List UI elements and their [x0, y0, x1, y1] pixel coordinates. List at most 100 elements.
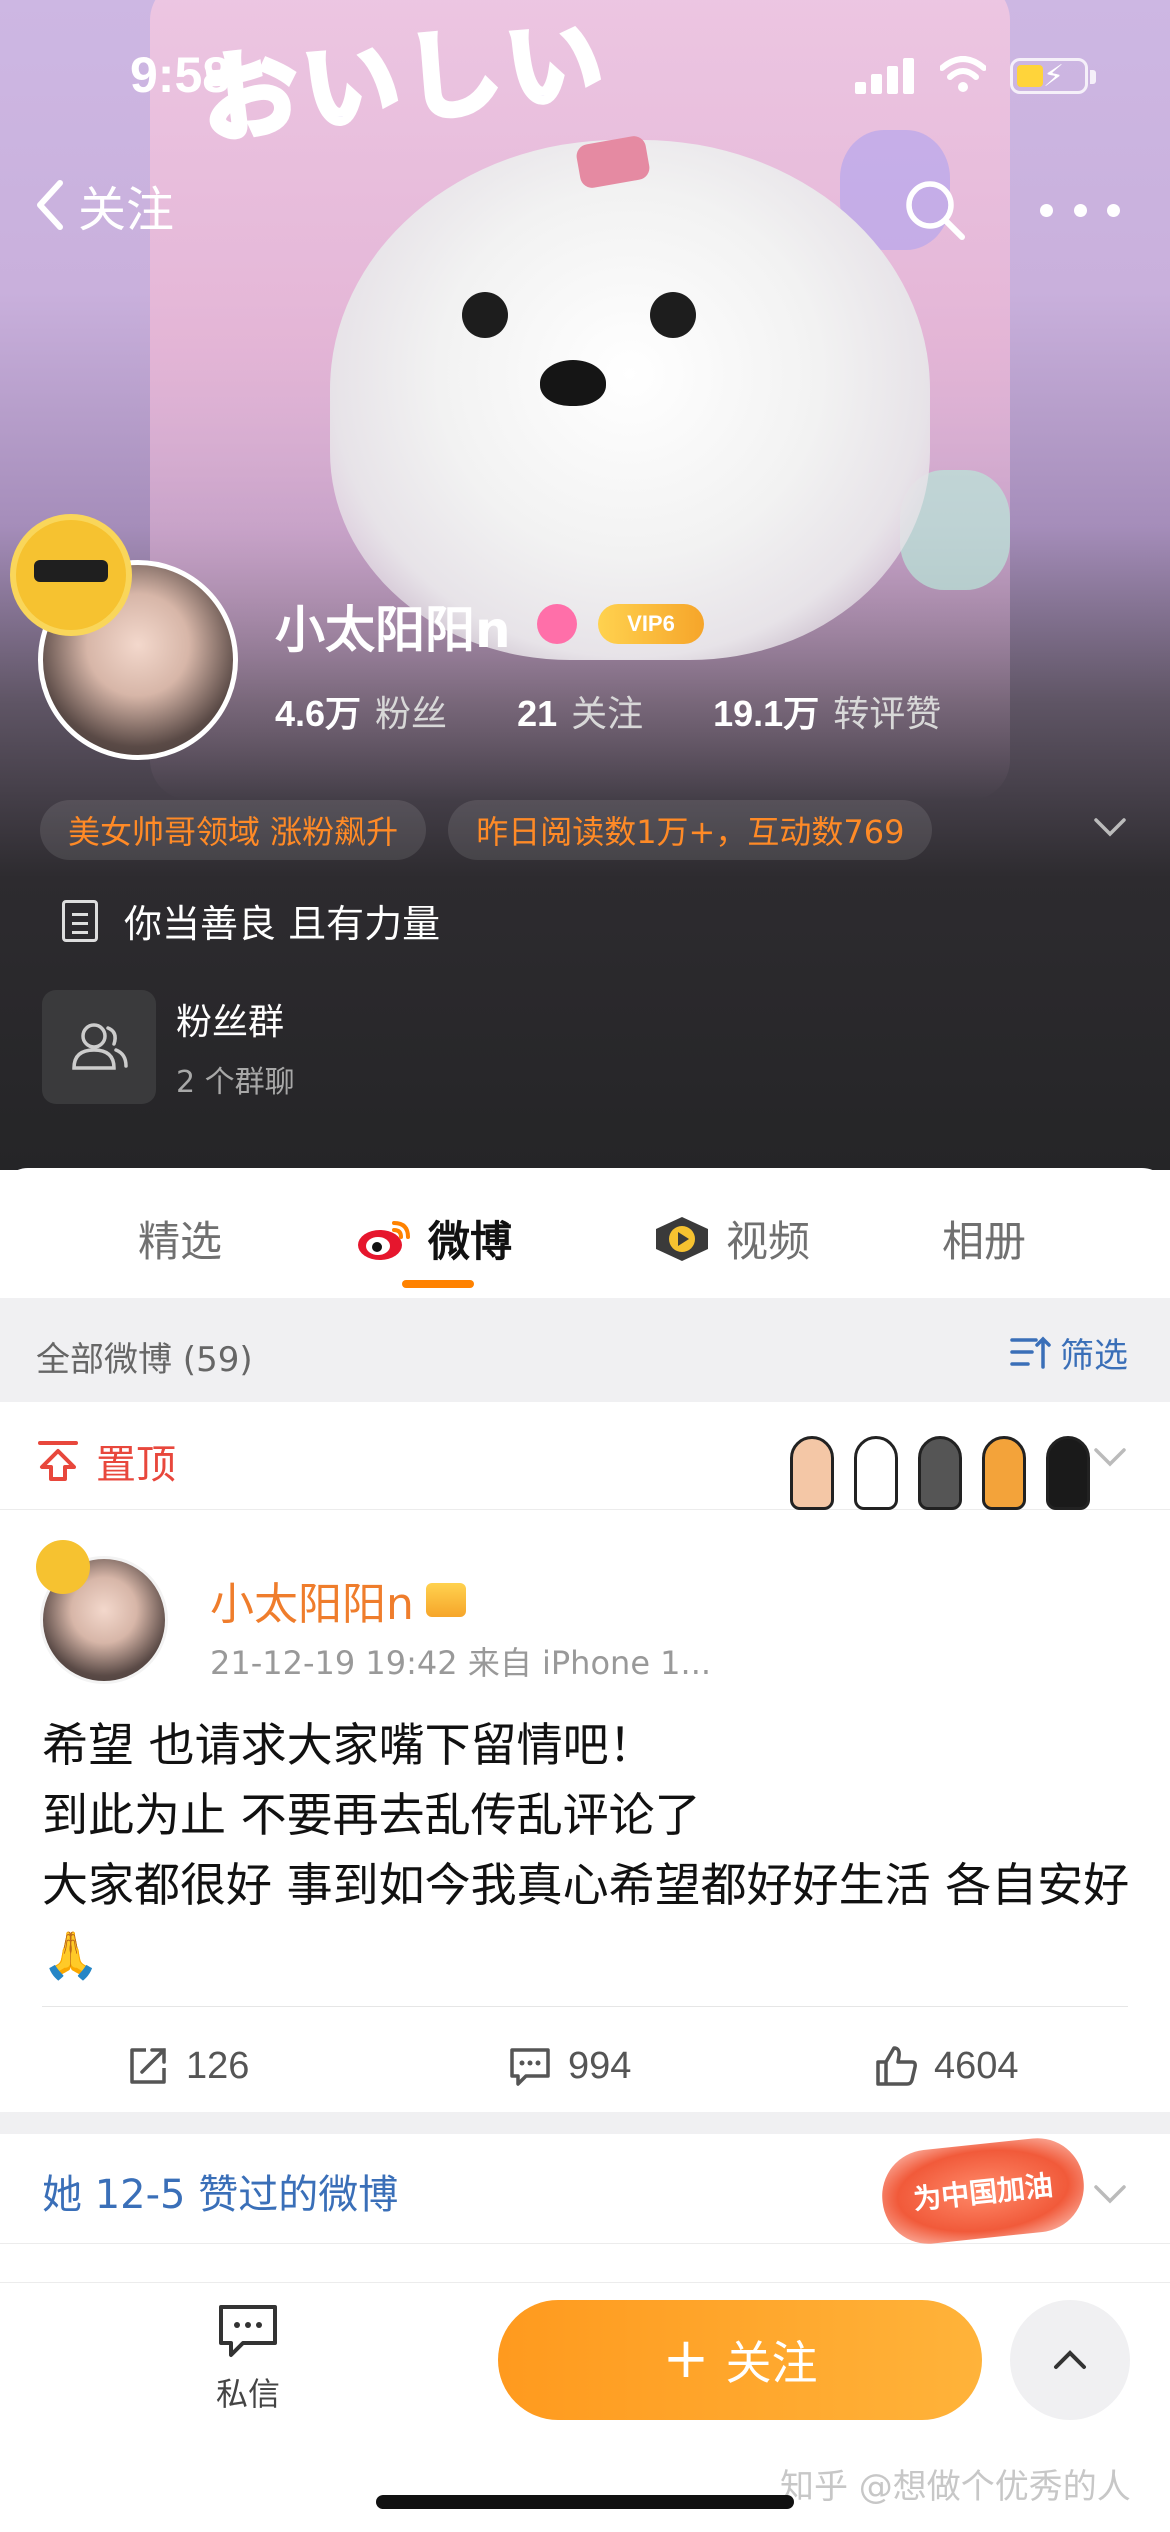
more-options-button[interactable] — [1040, 180, 1120, 240]
bottom-action-bar: 私信 + 关注 知乎 @想做个优秀的人 — [0, 2282, 1170, 2532]
cheer-china-badge: 为中国加油 — [877, 2133, 1089, 2249]
dot — [1073, 203, 1087, 217]
vip-badge[interactable]: VIP6 — [598, 604, 704, 644]
search-icon[interactable] — [900, 175, 970, 245]
tab-label: 相册 — [942, 1217, 1027, 1266]
follow-label: 关注 — [725, 2336, 818, 2390]
tab-album[interactable]: 相册 — [942, 1208, 1026, 1269]
repost-count: 126 — [186, 2044, 250, 2087]
video-icon — [656, 1216, 708, 1261]
dot — [1040, 203, 1053, 217]
status-bar: 9:58 ⚡ — [0, 0, 1170, 150]
profile-tags: 美女帅哥领域 涨粉飙升 昨日阅读数1万+，互动数769 — [40, 800, 954, 860]
profile-stats: 4.6万 粉丝 21 关注 19.1万 转评赞 — [275, 685, 1011, 737]
direct-message-button[interactable]: 私信 — [200, 2303, 296, 2415]
post-body: 希望 也请求大家嘴下留情吧！ 到此为止 不要再去乱传乱评论了 大家都很好 事到如… — [42, 1710, 1132, 1990]
tag-domain[interactable]: 美女帅哥领域 涨粉飙升 — [40, 800, 427, 860]
post-line: 大家都很好 事到如今我真心希望都好好生活 各自安好🙏 — [42, 1858, 1130, 1982]
filter-icon — [1010, 1336, 1051, 1369]
filter-button[interactable]: 筛选 — [1010, 1328, 1128, 1377]
battery-cap — [1090, 70, 1096, 84]
wifi-icon — [940, 56, 986, 92]
dot — [1107, 203, 1120, 217]
back-button[interactable]: 关注 — [30, 170, 174, 240]
post-actions: 126 994 4604 — [0, 2030, 1170, 2110]
post-count: 全部微博 (59) — [36, 1340, 253, 1380]
paw — [1046, 1436, 1090, 1510]
scroll-to-top-button[interactable] — [1010, 2300, 1130, 2420]
weibo-icon — [358, 1220, 410, 1260]
sun-sticker-icon — [36, 1540, 90, 1594]
group-icon — [42, 990, 156, 1104]
weibo-post[interactable]: 小太阳阳n 21-12-19 19:42 来自 iPhone 1... 希望 也… — [0, 1510, 1170, 2110]
comment-icon — [510, 2048, 550, 2086]
status-time: 9:58 — [130, 47, 231, 103]
stat-interactions[interactable]: 19.1万 转评赞 — [713, 685, 941, 737]
stat-value: 19.1万 — [713, 693, 820, 734]
dm-label: 私信 — [215, 2375, 280, 2413]
tab-label: 视频 — [726, 1217, 811, 1266]
stat-value: 4.6万 — [275, 693, 362, 734]
stat-followers[interactable]: 4.6万 粉丝 — [275, 685, 447, 737]
paw — [854, 1436, 898, 1510]
liked-posts-entry[interactable]: 她 12-5 赞过的微博 为中国加油 — [0, 2133, 1170, 2249]
comment-count: 994 — [568, 2044, 632, 2087]
repost-icon — [130, 2048, 166, 2084]
stat-value: 21 — [517, 693, 558, 734]
post-line: 到此为止 不要再去乱传乱评论了 — [42, 1788, 701, 1842]
section-gap — [0, 2112, 1170, 2134]
bio-text: 你当善良 且有力量 — [124, 902, 441, 946]
chevron-left-icon — [37, 180, 63, 230]
like-button[interactable]: 4604 — [874, 2044, 1019, 2088]
thumbs-up-icon — [876, 2046, 917, 2086]
dog-eye — [650, 292, 696, 338]
fans-group-title: 粉丝群 — [176, 1002, 285, 1043]
stat-label: 转评赞 — [833, 694, 942, 735]
chevron-down-icon[interactable] — [1092, 2182, 1128, 2206]
profile-header: おいしい 9:58 ⚡ 关注 小太阳阳n VIP6 4.6万 粉丝 21 关注 … — [0, 0, 1170, 1170]
dog-nose — [540, 360, 606, 406]
profile-avatar[interactable] — [16, 520, 238, 760]
pinned-label: 置顶 — [36, 1432, 176, 1490]
plus-icon: + — [662, 2325, 710, 2391]
stat-label: 粉丝 — [375, 694, 448, 735]
chevron-up-icon — [1054, 2350, 1086, 2369]
post-author-name: 小太阳阳n — [210, 1579, 414, 1630]
repost-button[interactable]: 126 — [126, 2044, 249, 2088]
pinned-text: 置顶 — [96, 1442, 176, 1488]
zhihu-watermark: 知乎 @想做个优秀的人 — [780, 2467, 1131, 2507]
like-count: 4604 — [934, 2044, 1019, 2087]
message-bubble-icon — [219, 2305, 277, 2357]
paw — [982, 1436, 1026, 1510]
verified-badge-icon[interactable] — [537, 604, 577, 644]
tab-video[interactable]: 视频 — [652, 1208, 810, 1269]
dog-eye — [462, 292, 508, 338]
fans-group-entry[interactable]: 粉丝群 2 个群聊 — [42, 990, 295, 1104]
back-label: 关注 — [78, 182, 175, 238]
battery-icon: ⚡ — [1010, 58, 1088, 94]
chevron-down-icon[interactable] — [1092, 1445, 1128, 1469]
home-indicator[interactable] — [376, 2495, 794, 2509]
document-icon — [62, 899, 98, 942]
tag-reads[interactable]: 昨日阅读数1万+，互动数769 — [448, 800, 933, 860]
comment-button[interactable]: 994 — [508, 2044, 631, 2088]
pinned-header[interactable]: 置顶 — [0, 1402, 1170, 1510]
paw — [790, 1436, 834, 1510]
tab-weibo[interactable]: 微博 — [356, 1208, 512, 1269]
stat-label: 关注 — [571, 694, 644, 735]
active-tab-indicator — [402, 1280, 474, 1288]
crown-icon — [425, 1583, 466, 1617]
cat-paws-decoration — [790, 1410, 1090, 1510]
tab-label: 微博 — [428, 1217, 513, 1266]
liked-posts-label: 她 12-5 赞过的微博 — [42, 2172, 399, 2218]
paw — [918, 1436, 962, 1510]
follow-button[interactable]: + 关注 — [498, 2300, 982, 2420]
cellular-signal-icon — [855, 58, 917, 94]
profile-bio: 你当善良 且有力量 — [62, 893, 440, 948]
divider — [42, 2006, 1128, 2007]
stat-following[interactable]: 21 关注 — [517, 685, 643, 737]
tab-featured[interactable]: 精选 — [138, 1208, 222, 1269]
fans-group-subtitle: 2 个群聊 — [176, 1065, 295, 1100]
post-author[interactable]: 小太阳阳n — [210, 1568, 466, 1632]
chevron-down-icon[interactable] — [1092, 815, 1128, 839]
